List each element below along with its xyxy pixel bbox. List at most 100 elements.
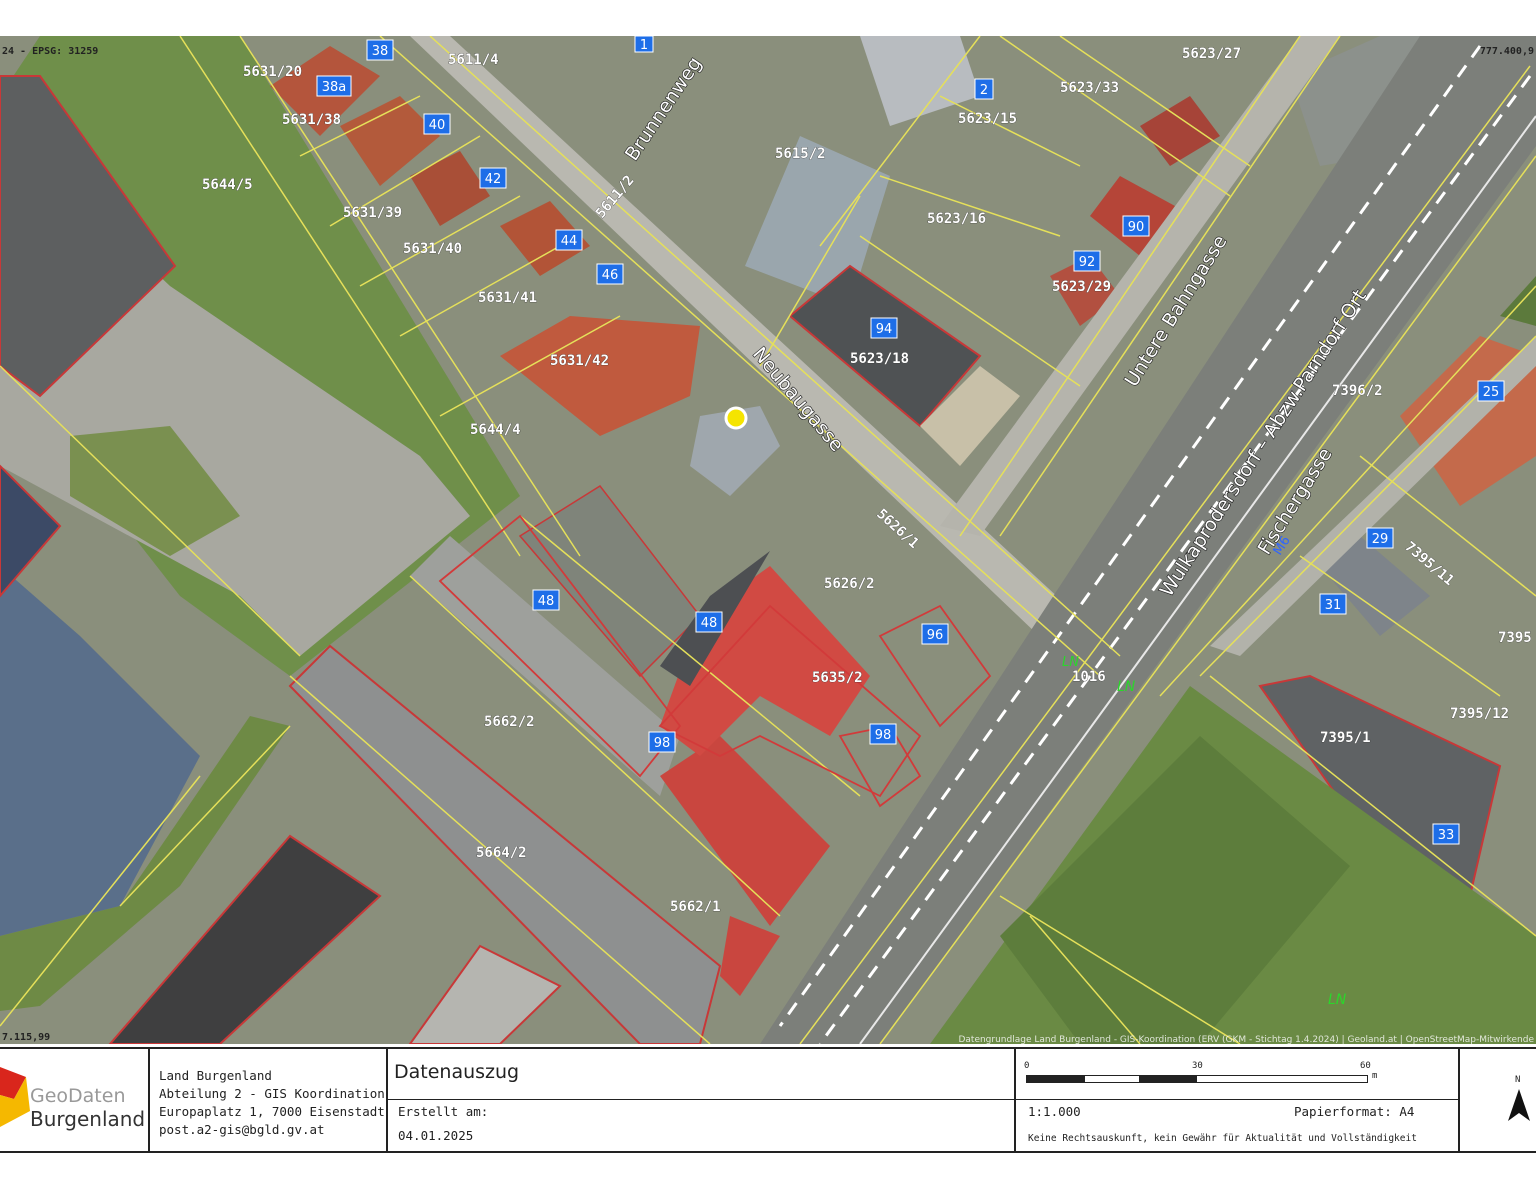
parcel-label: 5631/40 <box>403 241 462 257</box>
parcel-label: 5623/16 <box>927 211 986 227</box>
parcel-label: 5623/33 <box>1060 80 1119 96</box>
org-line: Abteilung 2 - GIS Koordination <box>159 1086 385 1101</box>
document-title: Datenauszug <box>394 1061 520 1083</box>
parcel-label: 7395/12 <box>1450 706 1509 722</box>
disclaimer: Keine Rechtsauskunft, kein Gewähr für Ak… <box>1028 1133 1417 1144</box>
svg-text:38a: 38a <box>322 80 347 95</box>
svg-text:2: 2 <box>980 83 988 98</box>
created-date: 04.01.2025 <box>398 1128 474 1143</box>
scale-cell: 0 30 60 m 1:1.000 Papierformat: A4 Keine… <box>1016 1049 1460 1151</box>
svg-text:98: 98 <box>654 736 671 751</box>
title-cell: Datenauszug Erstellt am: 04.01.2025 <box>388 1049 1016 1151</box>
parcel-label: 7396/2 <box>1332 383 1383 399</box>
house-number: 31 <box>1319 593 1347 615</box>
scale-bar <box>1026 1075 1368 1083</box>
svg-text:33: 33 <box>1438 828 1455 843</box>
parcel-label: 5662/1 <box>670 899 721 915</box>
coord-top-left: 24 - EPSG: 31259 <box>2 46 98 57</box>
logo-cell: GeoDaten Burgenland <box>0 1049 150 1151</box>
svg-text:92: 92 <box>1079 255 1096 270</box>
house-number: 46 <box>596 263 624 285</box>
svg-text:90: 90 <box>1128 220 1145 235</box>
svg-text:40: 40 <box>429 118 446 133</box>
house-number: 40 <box>423 113 451 135</box>
svg-text:25: 25 <box>1483 385 1500 400</box>
parcel-label: 5664/2 <box>476 845 527 861</box>
parcel-label: 5631/42 <box>550 353 609 369</box>
house-number: 1 <box>634 36 654 53</box>
house-number: 25 <box>1477 380 1505 402</box>
scale-tick: 60 <box>1360 1061 1371 1071</box>
svg-text:44: 44 <box>561 234 578 249</box>
north-arrow-icon <box>1508 1089 1530 1121</box>
parcel-label: 5623/29 <box>1052 279 1111 295</box>
org-line: Europaplatz 1, 7000 Eisenstadt <box>159 1104 385 1119</box>
parcel-label: 5615/2 <box>775 146 826 162</box>
house-number: 29 <box>1366 527 1394 549</box>
house-number: 96 <box>921 623 949 645</box>
parcel-label: 1016 <box>1072 669 1106 685</box>
svg-text:48: 48 <box>538 594 555 609</box>
north-label: N <box>1515 1075 1521 1085</box>
svg-text:98: 98 <box>875 728 892 743</box>
map-footer: GeoDaten Burgenland Land Burgenland Abte… <box>0 1047 1536 1153</box>
parcel-label: 5623/18 <box>850 351 909 367</box>
north-cell: N <box>1460 1049 1536 1151</box>
parcel-label: 5644/5 <box>202 177 253 193</box>
svg-text:96: 96 <box>927 628 944 643</box>
aerial-map[interactable]: 24 - EPSG: 31259 777.400,9 7.115,99 Date… <box>0 36 1536 1044</box>
house-number: 94 <box>870 317 898 339</box>
house-number: 42 <box>479 167 507 189</box>
house-number: 44 <box>555 229 583 251</box>
paper-format: Papierformat: A4 <box>1294 1104 1415 1119</box>
scale-tick: 30 <box>1192 1061 1203 1071</box>
map-attribution: Datengrundlage Land Burgenland - GIS-Koo… <box>958 1035 1534 1044</box>
svg-text:1: 1 <box>640 38 648 53</box>
svg-text:46: 46 <box>602 268 619 283</box>
house-number: 48 <box>695 611 723 633</box>
svg-text:29: 29 <box>1372 532 1389 547</box>
house-number: 48 <box>532 589 560 611</box>
parcel-label: 5626/2 <box>824 576 875 592</box>
parcel-label: 7395/1 <box>1320 730 1371 746</box>
parcel-label: 5631/41 <box>478 290 537 306</box>
parcel-label: 5644/4 <box>470 422 521 438</box>
parcel-label: 5623/15 <box>958 111 1017 127</box>
parcel-label: 5662/2 <box>484 714 535 730</box>
burgenland-logo-icon <box>0 1067 30 1127</box>
organisation-cell: Land Burgenland Abteilung 2 - GIS Koordi… <box>150 1049 388 1151</box>
house-number: 38 <box>366 39 394 61</box>
scale-ratio: 1:1.000 <box>1028 1104 1081 1119</box>
coord-top-right: 777.400,9 <box>1480 46 1534 57</box>
svg-text:38: 38 <box>372 44 389 59</box>
org-email[interactable]: post.a2-gis@bgld.gv.at <box>159 1121 386 1139</box>
parcel-label: 5631/38 <box>282 112 341 128</box>
created-label: Erstellt am: <box>398 1104 489 1119</box>
house-number: 38a <box>316 75 352 97</box>
house-number: 92 <box>1073 250 1101 272</box>
house-number: 33 <box>1432 823 1460 845</box>
zone-label: LN <box>1328 992 1347 1008</box>
parcel-label: 5623/27 <box>1182 46 1241 62</box>
svg-text:48: 48 <box>701 616 718 631</box>
zone-label: LN <box>1062 655 1079 670</box>
svg-text:94: 94 <box>876 322 893 337</box>
parcel-label: 5635/2 <box>812 670 863 686</box>
house-number: 2 <box>974 78 994 100</box>
logo-brand-line2: Burgenland <box>30 1107 146 1131</box>
parcel-label: 5631/39 <box>343 205 402 221</box>
parcel-label: 5631/20 <box>243 64 302 80</box>
logo-brand-line1: GeoDaten <box>30 1085 126 1107</box>
org-line: Land Burgenland <box>159 1068 272 1083</box>
location-marker[interactable] <box>724 406 748 430</box>
scale-unit: m <box>1372 1071 1378 1081</box>
parcel-label: 5611/4 <box>448 52 499 68</box>
house-number: 98 <box>648 731 676 753</box>
svg-text:31: 31 <box>1325 598 1342 613</box>
scale-tick: 0 <box>1024 1061 1030 1071</box>
parcel-label: 7395 <box>1498 630 1532 646</box>
svg-text:42: 42 <box>485 172 502 187</box>
house-number: 90 <box>1122 215 1150 237</box>
house-number: 98 <box>869 723 897 745</box>
zone-label: LN <box>1117 679 1136 695</box>
